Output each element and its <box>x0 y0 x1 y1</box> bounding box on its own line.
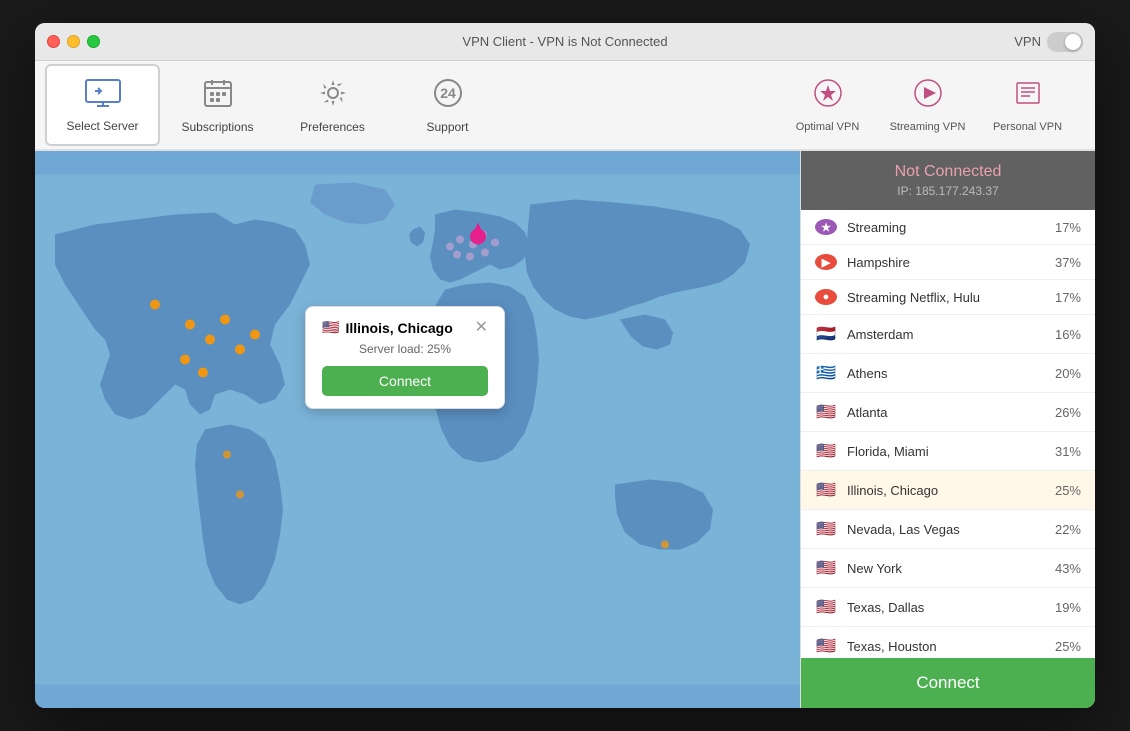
server-flag: 🇳🇱 <box>815 324 837 344</box>
popup-flag: 🇺🇸 <box>322 319 339 336</box>
toolbar-right: Optimal VPN Streaming VPN <box>780 68 1085 143</box>
server-item[interactable]: ▶ Hampshire 37% <box>801 245 1095 280</box>
main-content: 🇺🇸 Illinois, Chicago ✕ Server load: 25% … <box>35 151 1095 708</box>
server-load: 17% <box>1055 220 1081 235</box>
popup-header: 🇺🇸 Illinois, Chicago ✕ <box>322 319 488 336</box>
main-connect-button[interactable]: Connect <box>801 658 1095 708</box>
server-item[interactable]: ● Streaming Netflix, Hulu 17% <box>801 280 1095 315</box>
map-area[interactable]: 🇺🇸 Illinois, Chicago ✕ Server load: 25% … <box>35 151 800 708</box>
server-item[interactable]: 🇺🇸 Texas, Houston 25% <box>801 627 1095 658</box>
server-load: 37% <box>1055 255 1081 270</box>
window-title: VPN Client - VPN is Not Connected <box>462 34 667 49</box>
toolbar-subscriptions[interactable]: Subscriptions <box>160 64 275 146</box>
server-name: Illinois, Chicago <box>847 483 1045 498</box>
preferences-icon <box>317 77 349 114</box>
server-flag: ● <box>815 289 837 305</box>
toolbar-select-server[interactable]: Select Server <box>45 64 160 146</box>
traffic-lights <box>47 35 100 48</box>
server-item[interactable]: 🇺🇸 New York 43% <box>801 549 1095 588</box>
city-popup: 🇺🇸 Illinois, Chicago ✕ Server load: 25% … <box>305 306 505 409</box>
minimize-button[interactable] <box>67 35 80 48</box>
server-flag: 🇺🇸 <box>815 597 837 617</box>
streaming-vpn-label: Streaming VPN <box>890 121 966 133</box>
vpn-toggle-switch[interactable] <box>1047 32 1083 52</box>
server-flag: 🇬🇷 <box>815 363 837 383</box>
server-item[interactable]: 🇬🇷 Athens 20% <box>801 354 1095 393</box>
preferences-label: Preferences <box>300 120 365 134</box>
popup-connect-button[interactable]: Connect <box>322 366 488 396</box>
toolbar: Select Server Subscriptions <box>35 61 1095 151</box>
popup-server-load: Server load: 25% <box>322 342 488 356</box>
popup-title: 🇺🇸 Illinois, Chicago <box>322 319 453 336</box>
toolbar-support[interactable]: 24 Support <box>390 64 505 146</box>
vpn-label: VPN <box>1014 34 1041 49</box>
server-flag: ★ <box>815 219 837 235</box>
toolbar-personal-vpn[interactable]: Personal VPN <box>980 68 1075 143</box>
server-name: Athens <box>847 366 1045 381</box>
status-bar: Not Connected IP: 185.177.243.37 <box>801 151 1095 210</box>
select-server-icon <box>84 78 122 113</box>
subscriptions-icon <box>202 77 234 114</box>
server-name: Nevada, Las Vegas <box>847 522 1045 537</box>
popup-close-button[interactable]: ✕ <box>475 320 488 336</box>
popup-city-name: Illinois, Chicago <box>345 320 452 336</box>
streaming-vpn-icon <box>912 77 944 116</box>
support-icon: 24 <box>432 77 464 114</box>
server-name: Texas, Dallas <box>847 600 1045 615</box>
toolbar-preferences[interactable]: Preferences <box>275 64 390 146</box>
ip-address: IP: 185.177.243.37 <box>817 184 1079 198</box>
connection-status: Not Connected <box>817 163 1079 181</box>
server-load: 31% <box>1055 444 1081 459</box>
server-load: 16% <box>1055 327 1081 342</box>
server-item[interactable]: 🇺🇸 Nevada, Las Vegas 22% <box>801 510 1095 549</box>
server-name: Texas, Houston <box>847 639 1045 654</box>
maximize-button[interactable] <box>87 35 100 48</box>
server-load: 25% <box>1055 639 1081 654</box>
subscriptions-label: Subscriptions <box>181 120 253 134</box>
server-flag: 🇺🇸 <box>815 519 837 539</box>
server-name: Hampshire <box>847 255 1045 270</box>
server-load: 43% <box>1055 561 1081 576</box>
server-name: Streaming Netflix, Hulu <box>847 290 1045 305</box>
server-flag: 🇺🇸 <box>815 558 837 578</box>
toolbar-streaming-vpn[interactable]: Streaming VPN <box>880 68 975 143</box>
server-load: 20% <box>1055 366 1081 381</box>
server-item[interactable]: 🇺🇸 Illinois, Chicago 25% <box>801 471 1095 510</box>
server-flag: 🇺🇸 <box>815 636 837 656</box>
server-item[interactable]: 🇺🇸 Florida, Miami 31% <box>801 432 1095 471</box>
server-name: Streaming <box>847 220 1045 235</box>
server-load: 22% <box>1055 522 1081 537</box>
server-load: 26% <box>1055 405 1081 420</box>
server-flag: 🇺🇸 <box>815 480 837 500</box>
server-item[interactable]: 🇳🇱 Amsterdam 16% <box>801 315 1095 354</box>
server-name: Amsterdam <box>847 327 1045 342</box>
vpn-toggle-area: VPN <box>1014 32 1083 52</box>
server-name: Florida, Miami <box>847 444 1045 459</box>
server-flag: 🇺🇸 <box>815 402 837 422</box>
personal-vpn-icon <box>1012 77 1044 116</box>
optimal-vpn-label: Optimal VPN <box>796 121 860 133</box>
server-item[interactable]: 🇺🇸 Texas, Dallas 19% <box>801 588 1095 627</box>
support-label: Support <box>426 120 468 134</box>
server-name: New York <box>847 561 1045 576</box>
server-list[interactable]: ★ Streaming 17% ▶ Hampshire 37% ● Stream… <box>801 210 1095 658</box>
server-flag: 🇺🇸 <box>815 441 837 461</box>
toolbar-optimal-vpn[interactable]: Optimal VPN <box>780 68 875 143</box>
close-button[interactable] <box>47 35 60 48</box>
svg-text:24: 24 <box>440 85 456 101</box>
select-server-label: Select Server <box>66 119 138 133</box>
server-load: 17% <box>1055 290 1081 305</box>
server-name: Atlanta <box>847 405 1045 420</box>
optimal-vpn-icon <box>812 77 844 116</box>
server-item[interactable]: 🇺🇸 Atlanta 26% <box>801 393 1095 432</box>
server-flag: ▶ <box>815 254 837 270</box>
server-load: 19% <box>1055 600 1081 615</box>
server-item[interactable]: ★ Streaming 17% <box>801 210 1095 245</box>
personal-vpn-label: Personal VPN <box>993 121 1062 133</box>
main-window: VPN Client - VPN is Not Connected VPN Se… <box>35 23 1095 708</box>
server-load: 25% <box>1055 483 1081 498</box>
titlebar: VPN Client - VPN is Not Connected VPN <box>35 23 1095 61</box>
right-panel: Not Connected IP: 185.177.243.37 ★ Strea… <box>800 151 1095 708</box>
